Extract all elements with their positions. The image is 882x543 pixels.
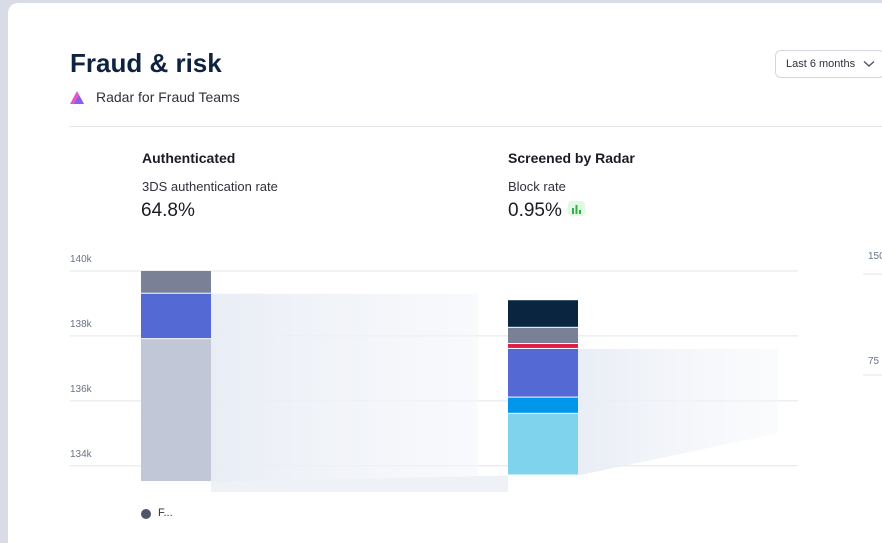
- flow-band: [578, 348, 778, 476]
- bar-segment-screened-4[interactable]: [508, 327, 578, 344]
- y-tick-label: 136k: [70, 384, 93, 395]
- bar-segment-screened-5[interactable]: [508, 300, 578, 327]
- right-axis-tick-150: 150: [868, 251, 882, 262]
- bar-segment-authenticated-2[interactable]: [141, 271, 211, 293]
- bar-segment-screened-2[interactable]: [508, 348, 578, 397]
- flow-band: [211, 293, 478, 482]
- bar-segment-authenticated-0[interactable]: [141, 339, 211, 481]
- bar-segment-screened-0[interactable]: [508, 413, 578, 475]
- legend-label: F...: [158, 507, 173, 519]
- right-axis-tick-75: 75: [868, 356, 880, 367]
- bar-segment-screened-3[interactable]: [508, 344, 578, 348]
- y-tick-label: 140k: [70, 254, 93, 265]
- bar-segment-authenticated-1[interactable]: [141, 293, 211, 339]
- fraud-risk-card: Fraud & risk Radar for Fraud Teams Last …: [8, 3, 882, 543]
- sankey-bar-chart: 140k 138k 136k 134k: [70, 254, 882, 492]
- bar-segment-screened-1[interactable]: [508, 397, 578, 413]
- y-tick-label: 134k: [70, 449, 93, 460]
- y-tick-label: 138k: [70, 319, 93, 330]
